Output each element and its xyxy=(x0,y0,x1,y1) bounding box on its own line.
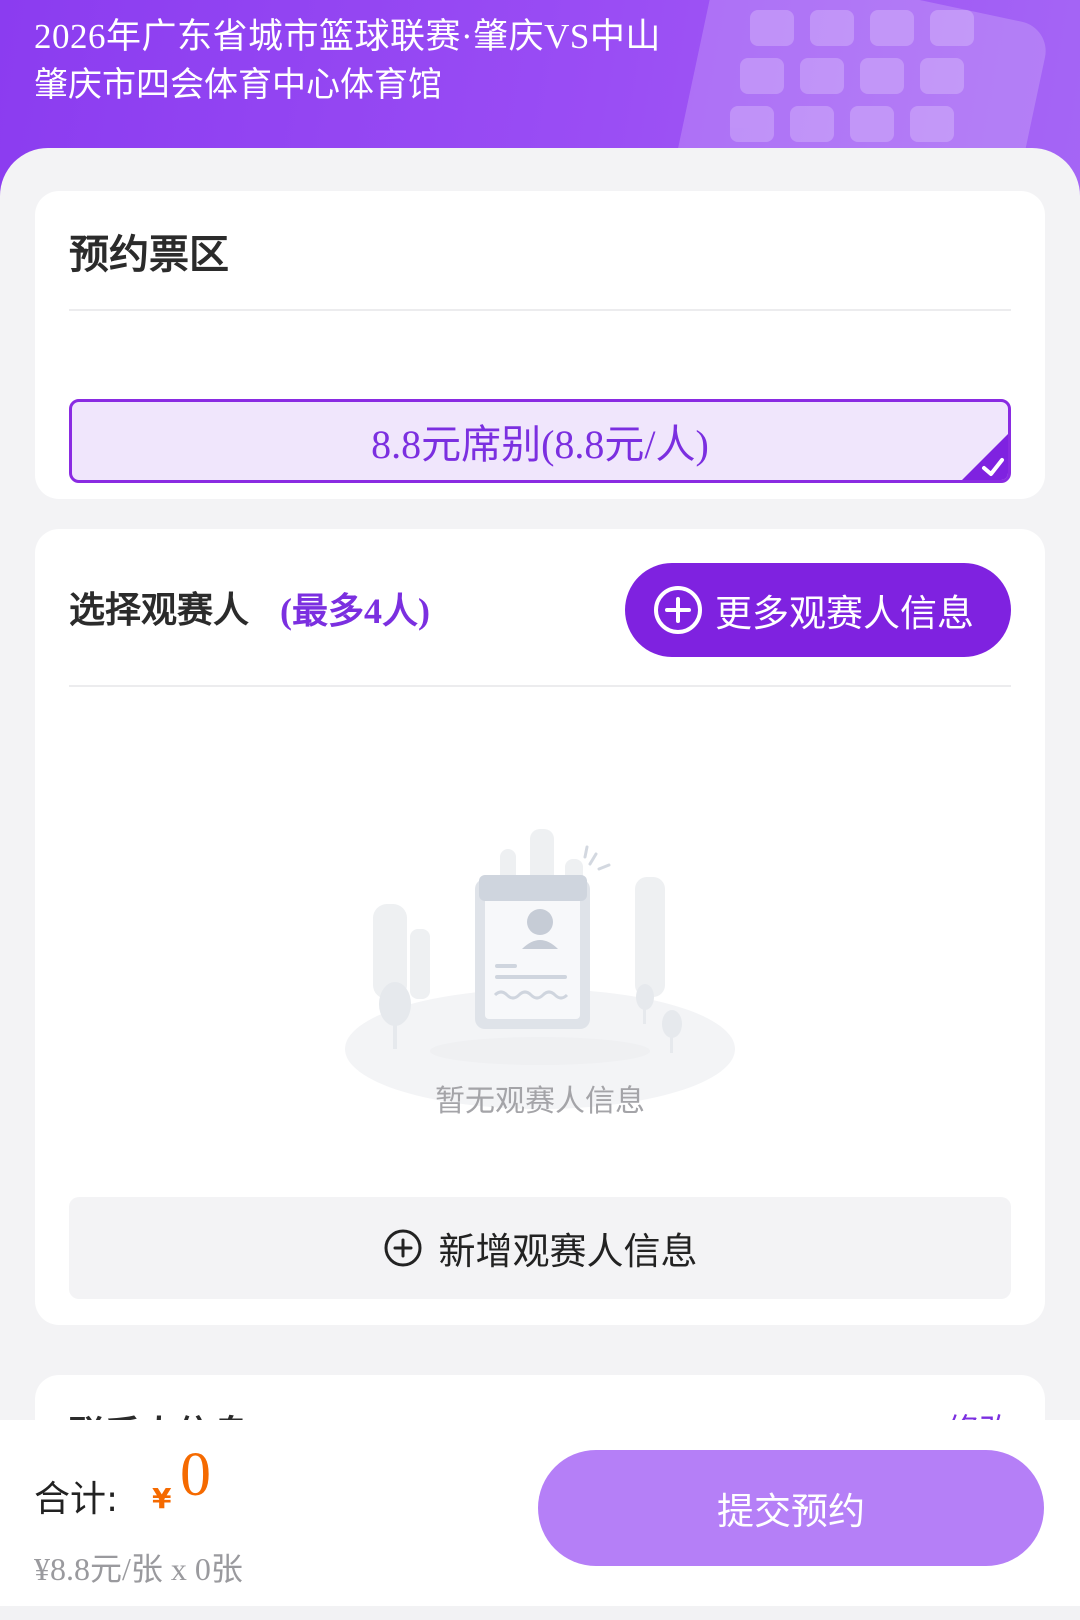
seat-option-label: 8.8元席别(8.8元/人) xyxy=(371,422,709,467)
bottom-safe-area xyxy=(0,1606,1080,1620)
empty-viewers-illustration-icon xyxy=(345,829,735,1109)
submit-booking-label: 提交预约 xyxy=(717,1490,865,1533)
seat-option-selected[interactable]: 8.8元席别(8.8元/人) xyxy=(69,399,1011,483)
more-viewers-label: 更多观赛人信息 xyxy=(715,592,974,635)
viewers-limit: (最多4人) xyxy=(280,591,430,631)
plus-circle-icon xyxy=(654,586,702,634)
booking-sheet: 预约票区 8.8元席别(8.8元/人) 选择观赛人 (最多4人) 更多观赛人信息… xyxy=(0,148,1080,1548)
bottom-bar: 合计: ¥ 0 ¥8.8元/张 x 0张 提交预约 xyxy=(0,1420,1080,1620)
viewers-card: 选择观赛人 (最多4人) 更多观赛人信息 暂无观赛人信息 新增观赛人信息 xyxy=(35,529,1045,1325)
submit-booking-button[interactable]: 提交预约 xyxy=(538,1450,1044,1566)
divider xyxy=(69,685,1011,687)
empty-viewers-text: 暂无观赛人信息 xyxy=(435,1084,645,1119)
add-viewer-label: 新增观赛人信息 xyxy=(438,1230,698,1273)
ticket-zone-title: 预约票区 xyxy=(69,232,229,278)
total-label: 合计: xyxy=(34,1479,119,1520)
event-title: 2026年广东省城市篮球联赛·肇庆VS中山 xyxy=(34,17,661,56)
total-value: 0 xyxy=(180,1441,211,1509)
viewers-title: 选择观赛人 xyxy=(69,590,250,631)
ticket-zone-card: 预约票区 8.8元席别(8.8元/人) xyxy=(35,191,1045,499)
plus-circle-icon xyxy=(384,1229,421,1267)
currency-symbol: ¥ xyxy=(152,1482,172,1515)
divider xyxy=(69,309,1011,311)
event-venue: 肇庆市四会体育中心体育馆 xyxy=(34,65,442,105)
selected-check-icon xyxy=(962,434,1008,480)
more-viewers-button[interactable]: 更多观赛人信息 xyxy=(625,563,1011,657)
add-viewer-button[interactable]: 新增观赛人信息 xyxy=(69,1197,1011,1299)
price-detail: ¥8.8元/张 x 0张 xyxy=(34,1551,243,1587)
page: 2026年广东省城市篮球联赛·肇庆VS中山 肇庆市四会体育中心体育馆 预约票区 … xyxy=(0,0,1080,1620)
